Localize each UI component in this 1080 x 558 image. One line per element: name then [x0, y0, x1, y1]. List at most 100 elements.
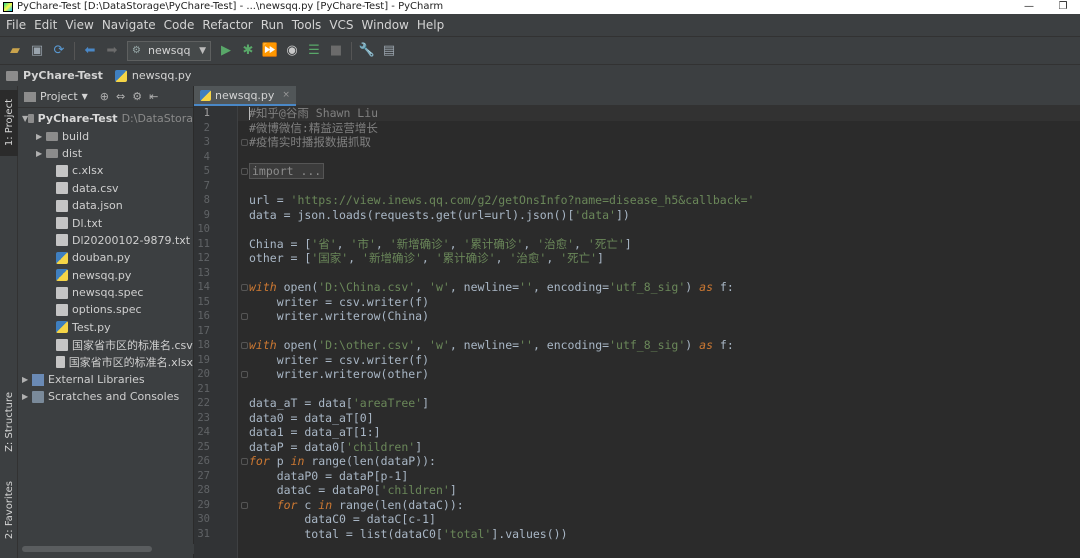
- code-token: ,: [574, 236, 588, 251]
- project-tree: ▼ PyChare-Test D:\DataStora ▶ build ▶ dist c…: [18, 108, 193, 406]
- menu-tools[interactable]: Tools: [288, 14, 326, 36]
- code-token: as: [699, 338, 713, 352]
- project-horizontal-scrollbar[interactable]: [18, 544, 194, 554]
- debug-icon[interactable]: ✱: [237, 40, 259, 62]
- tree-item[interactable]: ▶ dist: [18, 145, 193, 162]
- scratches-icon: [32, 390, 44, 403]
- expand-arrow-icon[interactable]: ▶: [36, 132, 46, 141]
- profile-icon[interactable]: ◉: [281, 40, 303, 62]
- stop-icon[interactable]: ■: [325, 40, 347, 62]
- open-folder-icon[interactable]: ▰: [4, 40, 26, 62]
- tree-root[interactable]: ▼ PyChare-Test D:\DataStora: [18, 110, 193, 127]
- menu-view[interactable]: View: [61, 14, 97, 36]
- tree-root-label: PyChare-Test: [37, 112, 118, 126]
- code-line: data1 = data_aT[1:]: [249, 425, 381, 440]
- tree-item[interactable]: newsqq.spec: [18, 284, 193, 301]
- code-token: China = [: [249, 236, 312, 251]
- run-coverage-icon[interactable]: ⏩: [259, 40, 281, 62]
- tab-project-tool[interactable]: 1: Project: [0, 90, 18, 156]
- code-token: ,: [348, 251, 363, 265]
- tree-item-label: data.json: [72, 199, 123, 213]
- tree-item[interactable]: newsqq.py: [18, 267, 193, 284]
- menu-window[interactable]: Window: [358, 14, 413, 36]
- line-number: 8: [203, 194, 210, 206]
- code-token: dataC = dataP0[: [249, 483, 381, 497]
- minimize-button[interactable]: —: [1012, 0, 1046, 14]
- left-tool-strip: 1: Project Z: Structure 2: Favorites: [0, 86, 18, 558]
- back-icon[interactable]: ⬅: [79, 40, 101, 62]
- line-number: 17: [197, 324, 210, 337]
- code-token: writer = csv.writer(f): [249, 352, 430, 367]
- toolbar-separator: [74, 41, 75, 60]
- code-token: '治愈': [537, 236, 575, 251]
- collapse-all-icon[interactable]: ⇔: [116, 90, 125, 103]
- code-line: #微博微信:精益运营增长: [249, 121, 378, 136]
- structure-icon[interactable]: ▤: [378, 40, 400, 62]
- settings-icon[interactable]: 🔧: [356, 40, 378, 62]
- menu-code[interactable]: Code: [160, 14, 199, 36]
- code-token: '省': [311, 236, 337, 251]
- menu-navigate[interactable]: Navigate: [98, 14, 160, 36]
- run-icon[interactable]: ▶: [215, 40, 237, 62]
- restore-button[interactable]: ❐: [1046, 0, 1080, 14]
- concurrency-icon[interactable]: ☰: [303, 40, 325, 62]
- tree-item[interactable]: Dl20200102-9879.txt: [18, 232, 193, 249]
- hide-panel-icon[interactable]: ⇤: [149, 90, 158, 103]
- menu-vcs[interactable]: VCS: [325, 14, 357, 36]
- line-number: 26: [197, 455, 210, 467]
- code-line: #知乎@谷雨 Shawn Liu: [249, 106, 378, 121]
- forward-icon[interactable]: ➡: [101, 40, 123, 62]
- line-number: 21: [197, 382, 210, 395]
- line-number: 31: [197, 527, 210, 540]
- locate-icon[interactable]: ⊕: [100, 90, 109, 103]
- code-token: dataC0 = dataC[c-1]: [249, 512, 436, 526]
- tree-item[interactable]: data.json: [18, 197, 193, 214]
- expand-arrow-icon[interactable]: ▶: [22, 392, 32, 401]
- menu-refactor[interactable]: Refactor: [198, 14, 256, 36]
- close-icon[interactable]: ×: [282, 90, 290, 100]
- tree-item[interactable]: c.xlsx: [18, 162, 193, 179]
- tree-scratches[interactable]: ▶ Scratches and Consoles: [18, 388, 193, 405]
- menu-file[interactable]: File: [2, 14, 30, 36]
- menu-run[interactable]: Run: [257, 14, 288, 36]
- menu-help[interactable]: Help: [413, 14, 448, 36]
- tree-item[interactable]: ▶ build: [18, 127, 193, 144]
- chevron-down-icon[interactable]: ▼: [82, 92, 88, 101]
- tab-newsqq-py[interactable]: newsqq.py ×: [194, 86, 296, 106]
- code-line: writer = csv.writer(f): [249, 295, 429, 310]
- code-line: dataP0 = dataP[p-1]: [249, 468, 409, 484]
- code-editor[interactable]: 1 2 3 4 5 7 8 9 10 11 12 13 14 15 16 17 18 19 20 21 22 23 24 25…: [194, 106, 1080, 558]
- tree-item[interactable]: 国家省市区的标准名.xlsx: [18, 353, 193, 370]
- code-token: ].values()): [491, 526, 568, 541]
- code-area[interactable]: #知乎@谷雨 Shawn Liu #微博微信:精益运营增长 #疫情实时播报数据抓取 i…: [238, 106, 1080, 558]
- tree-item[interactable]: Test.py: [18, 319, 193, 336]
- code-line: for c in range(len(dataC)):: [249, 498, 464, 513]
- code-token: ,: [523, 236, 538, 251]
- code-token: dataP0 = dataP[p-1]: [249, 468, 409, 483]
- folded-imports[interactable]: import ...: [249, 163, 325, 179]
- tree-item-label: data.csv: [72, 181, 119, 195]
- tree-external-libraries[interactable]: ▶ External Libraries: [18, 371, 193, 388]
- project-view-label[interactable]: Project: [40, 90, 78, 103]
- menu-edit[interactable]: Edit: [30, 14, 61, 36]
- scrollbar-thumb[interactable]: [22, 546, 152, 552]
- gear-icon[interactable]: ⚙: [132, 90, 142, 103]
- tree-item[interactable]: data.csv: [18, 180, 193, 197]
- tab-structure-tool[interactable]: Z: Structure: [0, 382, 18, 462]
- run-config-select[interactable]: ⚙ newsqq ▼: [127, 40, 211, 61]
- code-token: ,: [546, 251, 561, 265]
- line-number: 15: [197, 295, 210, 308]
- tree-item[interactable]: Dl.txt: [18, 214, 193, 231]
- expand-arrow-icon[interactable]: ▶: [36, 149, 46, 158]
- code-token: p: [269, 454, 291, 468]
- tab-favorites-tool[interactable]: 2: Favorites: [0, 470, 18, 550]
- breadcrumb-file[interactable]: newsqq.py: [114, 69, 191, 82]
- save-icon[interactable]: ▣: [26, 40, 48, 62]
- tree-item[interactable]: options.spec: [18, 301, 193, 318]
- sync-icon[interactable]: ⟳: [48, 40, 70, 62]
- breadcrumb-project[interactable]: PyChare-Test: [6, 69, 103, 82]
- tree-item[interactable]: douban.py: [18, 249, 193, 266]
- expand-arrow-icon[interactable]: ▶: [22, 375, 32, 384]
- code-token: ]: [415, 439, 423, 454]
- tree-item[interactable]: 国家省市区的标准名.csv: [18, 336, 193, 353]
